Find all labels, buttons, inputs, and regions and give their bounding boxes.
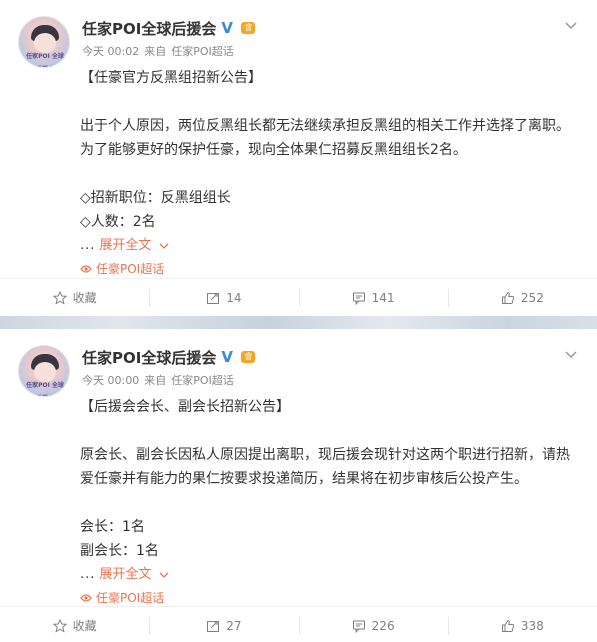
from-label: 来自 [144,45,167,58]
post-text-line: 会长：1名 [80,519,145,535]
post-text-line: 为了能够更好的保护任豪，现向全体果仁招募反黑组组长2名。 [80,142,467,158]
avatar[interactable]: 任家POI 全球后援会 [18,345,70,397]
verified-icon: V [221,348,233,366]
weibo-post-2: 任家POI 全球后援会 任家POI全球后援会 V 會 今天 00:00 来自 任… [0,329,597,642]
post-text-line: 出于个人原因，两位反黑组长都无法继续承担反黑组的相关工作并选择了离职。 [80,118,570,134]
topic-icon [80,594,92,602]
post-content: 【后援会会长、副会长招新公告】 原会长、副会长因私人原因提出离职，现后援会现针对… [80,395,585,609]
repost-button[interactable]: 27 [149,607,298,642]
expand-label[interactable]: 展开全文 [99,234,151,258]
post-title: 【任豪官方反黑组招新公告】 [80,70,262,86]
vip-badge-icon: 會 [240,20,256,36]
avatar-text: 任家POI 全球后援会 [26,382,64,396]
topic-icon [80,265,92,273]
comment-button[interactable]: 141 [298,279,448,316]
post-meta: 今天 00:00 来自 任家POI超话 [82,372,234,388]
from-label: 来自 [144,374,167,387]
avatar-text: 任家POI 全球后援会 [26,53,64,67]
star-icon [52,618,67,633]
post-text-line: 爱任豪并有能力的果仁按要求投递简历，结果将在初步审核后公投产生。 [80,471,528,487]
post-meta: 今天 00:02 来自 任家POI超话 [82,43,234,59]
comment-button[interactable]: 226 [298,607,448,642]
author-name[interactable]: 任家POI全球后援会 [82,347,216,368]
post-time[interactable]: 今天 00:00 [82,372,139,388]
repost-icon [207,292,220,304]
topic-link[interactable]: 任豪POI超话 [80,258,585,280]
post-content: 【任豪官方反黑组招新公告】 出于个人原因，两位反黑组长都无法继续承担反黑组的相关… [80,66,585,280]
post-text-line: 原会长、副会长因私人原因提出离职，现后援会现针对这两个职进行招新，请热 [80,447,570,463]
post-time[interactable]: 今天 00:02 [82,43,139,59]
chevron-down-icon[interactable] [564,18,578,32]
chevron-down-icon[interactable] [564,347,578,361]
favorite-button[interactable]: 收藏 [0,279,149,316]
chevron-down-icon [159,572,169,578]
action-bar: 收藏 27 226 338 [0,606,597,642]
expand-full-text[interactable]: ... 展开全文 [80,563,585,587]
post-source[interactable]: 任家POI超话 [171,43,234,59]
star-icon [52,290,67,305]
weibo-post-1: 任家POI 全球后援会 任家POI全球后援会 V 會 今天 00:02 来自 任… [0,0,597,316]
post-source[interactable]: 任家POI超话 [171,372,234,388]
repost-button[interactable]: 14 [149,279,298,316]
like-icon [501,291,515,304]
feed-divider [0,316,597,329]
author-name[interactable]: 任家POI全球后援会 [82,18,216,39]
post-text-line: ◇招新职位：反黑组组长 [80,190,231,206]
comment-icon [352,620,365,633]
like-icon [501,619,515,632]
vip-badge-icon: 會 [240,349,256,365]
comment-icon [352,292,365,305]
verified-icon: V [221,19,233,37]
favorite-button[interactable]: 收藏 [0,607,149,642]
expand-label[interactable]: 展开全文 [99,563,151,587]
like-button[interactable]: 338 [447,607,597,642]
repost-icon [207,620,220,632]
post-text-line: 副会长：1名 [80,543,159,559]
expand-full-text[interactable]: ... 展开全文 [80,234,585,258]
avatar[interactable]: 任家POI 全球后援会 [18,16,70,68]
chevron-down-icon [159,243,169,249]
author-row: 任家POI全球后援会 V 會 [82,17,256,39]
post-title: 【后援会会长、副会长招新公告】 [80,399,290,415]
post-text-line: ◇人数：2名 [80,214,156,230]
like-button[interactable]: 252 [447,279,597,316]
author-row: 任家POI全球后援会 V 會 [82,346,256,368]
action-bar: 收藏 14 141 252 [0,278,597,316]
